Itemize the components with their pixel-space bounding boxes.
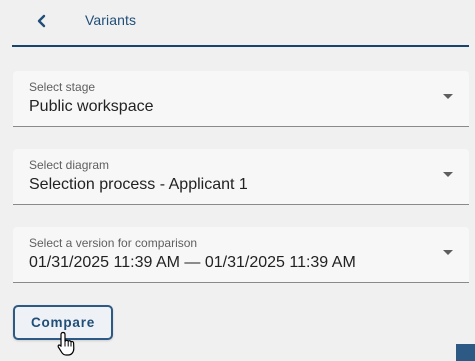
hand-pointer-icon [57,331,75,356]
variants-panel: Variants Select stage Public workspace S… [0,0,475,361]
version-select[interactable]: Select a version for comparison 01/31/20… [13,227,469,283]
page-title: Variants [85,12,137,28]
diagram-select[interactable]: Select diagram Selection process - Appli… [13,149,469,205]
panel-corner-block [456,344,475,361]
stage-select-label: Select stage [29,80,96,94]
chevron-left-icon [37,14,46,28]
version-select-value: 01/31/2025 11:39 AM — 01/31/2025 11:39 A… [29,254,356,271]
diagram-select-label: Select diagram [29,158,110,172]
diagram-select-value: Selection process - Applicant 1 [29,176,248,193]
caret-down-icon [443,250,453,255]
panel-header: Variants [12,0,469,47]
stage-select-value: Public workspace [29,98,154,115]
caret-down-icon [443,94,453,99]
stage-select[interactable]: Select stage Public workspace [13,71,469,127]
version-select-label: Select a version for comparison [29,236,198,250]
caret-down-icon [443,172,453,177]
back-button[interactable] [30,9,54,33]
